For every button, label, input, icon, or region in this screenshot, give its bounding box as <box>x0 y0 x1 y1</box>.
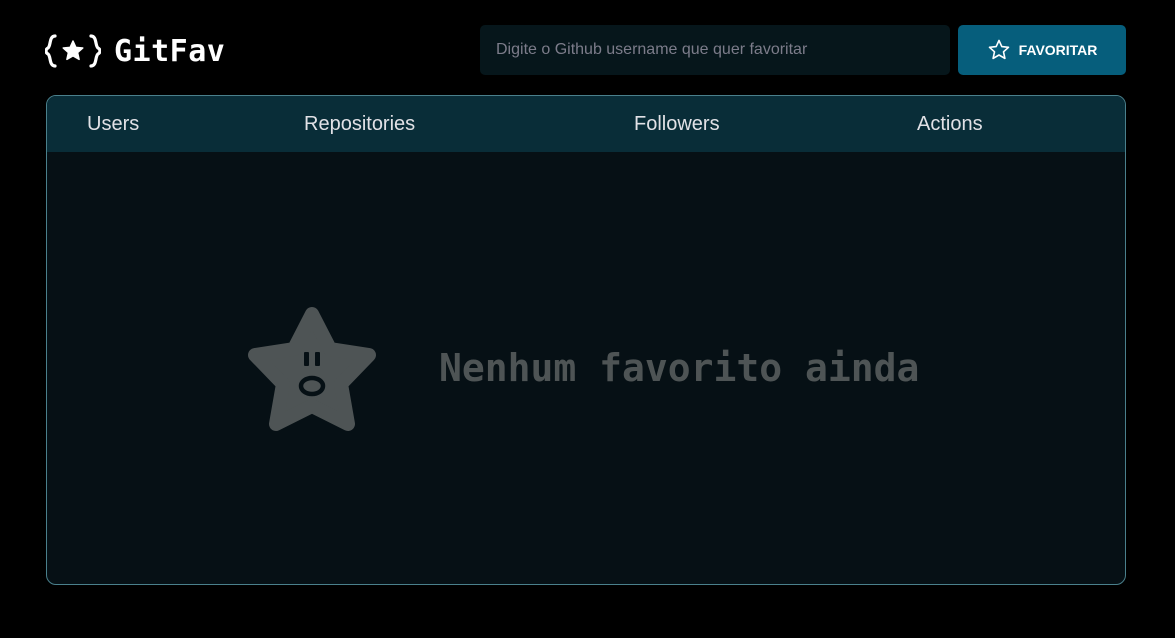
favorite-button-label: FAVORITAR <box>1018 42 1098 58</box>
braces-star-icon <box>45 32 101 70</box>
table-header: Users Repositories Followers Actions <box>47 96 1125 152</box>
column-header-users: Users <box>87 113 140 135</box>
favorites-table: Users Repositories Followers Actions Nen… <box>46 95 1126 585</box>
column-header-repositories: Repositories <box>304 113 416 135</box>
star-outline-icon <box>987 38 1011 62</box>
empty-state-message: Nenhum favorito ainda <box>439 346 920 390</box>
logo[interactable]: GitFav <box>45 32 225 70</box>
column-header-actions: Actions <box>917 113 983 135</box>
search-input[interactable] <box>480 25 950 75</box>
favorite-button[interactable]: FAVORITAR <box>958 25 1126 75</box>
column-header-followers: Followers <box>634 113 720 135</box>
app-root: GitFav FAVORITAR Users Repositories Foll… <box>0 0 1175 638</box>
empty-state: Nenhum favorito ainda <box>47 152 1125 584</box>
surprised-star-icon <box>245 306 379 434</box>
app-name: GitFav <box>114 33 226 69</box>
